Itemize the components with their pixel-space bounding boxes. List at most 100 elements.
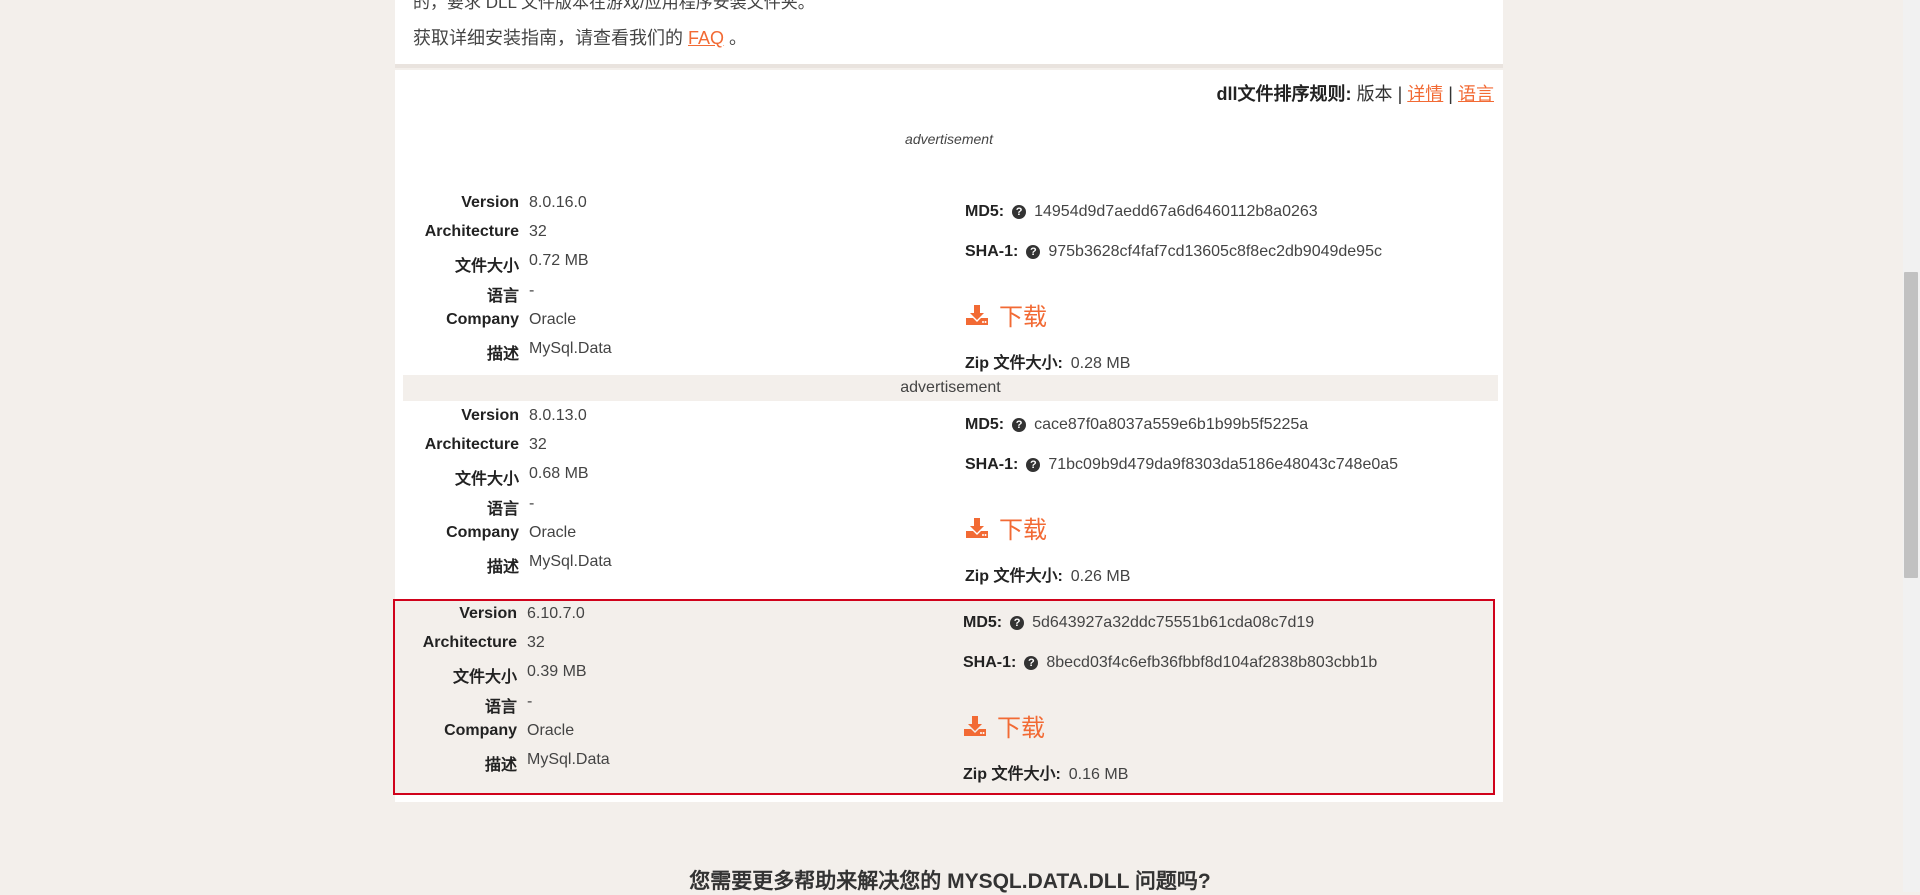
help-title: 您需要更多帮助来解决您的 MYSQL.DATA.DLL 问题吗? (689, 870, 1211, 893)
advertisement-label: advertisement (905, 131, 993, 147)
field-label-version: Version (461, 194, 519, 211)
field-label-version: Version (459, 605, 517, 622)
sort-rule: dll文件排序规则: 版本 | 详情 | 语言 (1217, 80, 1494, 106)
dll-versions-panel: dll文件排序规则: 版本 | 详情 | 语言 advertisement Ve… (393, 70, 1503, 802)
faq-line: 获取详细安装指南，请查看我们的 FAQ 。 (413, 24, 747, 50)
sort-rule-label: dll文件排序规则: (1216, 84, 1352, 104)
sha1-value: 71bc09b9d479da9f8303da5186e48043c748e0a5 (1048, 456, 1399, 473)
sha1-label: SHA-1: (965, 243, 1019, 260)
download-button[interactable]: 下载 (963, 708, 1045, 743)
download-button[interactable]: 下载 (965, 297, 1047, 332)
sort-by-detail-link[interactable]: 详情 (1407, 84, 1443, 104)
zip-size-label: Zip 文件大小: (963, 766, 1061, 783)
field-value-language: - (527, 692, 533, 710)
field-value-company: Oracle (527, 721, 575, 739)
field-value-version: 6.10.7.0 (527, 605, 585, 622)
field-label-language: 语言 (486, 500, 519, 518)
field-value-description: MySql.Data (529, 553, 612, 570)
zip-size-value: 0.26 MB (1070, 568, 1131, 585)
sha1-label: SHA-1: (963, 654, 1017, 671)
install-info-box: 的，要求 DLL 文件版本在游戏/应用程序安装文件夹。 获取详细安装指南，请查看… (395, 0, 1503, 68)
download-button[interactable]: 下载 (965, 510, 1047, 545)
sha1-row: SHA-1:? 71bc09b9d479da9f8303da5186e48043c… (965, 456, 1398, 474)
field-label-description: 描述 (484, 757, 517, 774)
install-info-text: 的，要求 DLL 文件版本在游戏/应用程序安装文件夹。 (413, 0, 815, 12)
field-label-language: 语言 (486, 287, 519, 305)
field-label-description: 描述 (486, 559, 519, 576)
field-label-architecture: Architecture (424, 223, 519, 241)
question-circle-icon[interactable]: ? (1024, 656, 1039, 670)
sha1-row: SHA-1:? 8becd03f4c6efb36fbbf8d104af2838b8… (963, 654, 1377, 672)
field-label-language: 语言 (484, 698, 517, 716)
field-value-language: - (529, 281, 535, 299)
md5-label: MD5: (965, 203, 1005, 220)
sha1-row: SHA-1:? 975b3628cf4faf7cd13605c8f8ec2db90… (965, 243, 1382, 261)
field-label-architecture: Architecture (422, 634, 517, 652)
faq-suffix: 。 (729, 28, 748, 48)
download-icon (966, 517, 988, 538)
page: 的，要求 DLL 文件版本在游戏/应用程序安装文件夹。 获取详细安装指南，请查看… (0, 0, 1920, 893)
field-value-description: MySql.Data (529, 340, 612, 357)
field-value-company: Oracle (529, 523, 577, 541)
question-circle-icon[interactable]: ? (1012, 418, 1027, 432)
field-value-size: 0.68 MB (529, 465, 589, 483)
field-value-description: MySql.Data (527, 751, 610, 768)
field-value-language: - (529, 494, 535, 512)
field-value-architecture: 32 (529, 223, 547, 241)
field-label-company: Company (446, 523, 519, 541)
question-circle-icon[interactable]: ? (1026, 458, 1041, 472)
md5-value: cace87f0a8037a559e6b1b99b5f5225a (1034, 416, 1309, 433)
md5-value: 14954d9d7aedd67a6d6460112b8a0263 (1034, 203, 1318, 220)
advertisement-bar: advertisement (403, 375, 1498, 401)
field-label-company: Company (444, 721, 517, 739)
field-label-version: Version (461, 407, 519, 424)
sha1-value: 975b3628cf4faf7cd13605c8f8ec2db9049de95c (1048, 243, 1382, 260)
field-label-size: 文件大小 (454, 258, 519, 276)
download-label: 下载 (997, 715, 1045, 742)
md5-label: MD5: (965, 416, 1005, 433)
md5-value: 5d643927a32ddc75551b61cda08c7d19 (1032, 614, 1315, 631)
sort-by-language-link[interactable]: 语言 (1458, 84, 1494, 104)
md5-row: MD5:? 5d643927a32ddc75551b61cda08c7d19 (963, 614, 1314, 632)
zip-size-row: Zip 文件大小: 0.28 MB (965, 349, 1130, 373)
zip-size-label: Zip 文件大小: (965, 568, 1063, 585)
zip-size-row: Zip 文件大小: 0.16 MB (963, 760, 1128, 784)
zip-size-label: Zip 文件大小: (965, 355, 1063, 372)
faq-prefix: 获取详细安装指南，请查看我们的 (413, 28, 683, 48)
zip-size-value: 0.28 MB (1070, 355, 1131, 372)
md5-label: MD5: (963, 614, 1003, 631)
field-value-size: 0.72 MB (529, 252, 589, 270)
field-value-version: 8.0.13.0 (529, 407, 587, 424)
field-value-company: Oracle (529, 310, 577, 328)
field-label-company: Company (446, 310, 519, 328)
download-icon (964, 715, 986, 736)
download-label: 下载 (999, 304, 1047, 331)
zip-size-value: 0.16 MB (1068, 766, 1129, 783)
field-label-size: 文件大小 (452, 669, 517, 687)
md5-row: MD5:? 14954d9d7aedd67a6d6460112b8a0263 (965, 203, 1318, 221)
sha1-label: SHA-1: (965, 456, 1019, 473)
dll-entry: Version 8.0.16.0 Architecture 32 文件大小 0.72 MB… (395, 190, 1503, 386)
question-circle-icon[interactable]: ? (1012, 205, 1027, 219)
faq-link[interactable]: FAQ (688, 28, 724, 48)
scrollbar-thumb[interactable] (1904, 272, 1918, 578)
field-value-architecture: 32 (529, 436, 547, 454)
download-label: 下载 (999, 517, 1047, 544)
zip-size-row: Zip 文件大小: 0.26 MB (965, 562, 1130, 586)
dll-entry: Version 6.10.7.0 Architecture 32 文件大小 0.39 MB… (393, 599, 1495, 795)
question-circle-icon[interactable]: ? (1026, 245, 1041, 259)
dll-entry: Version 8.0.13.0 Architecture 32 文件大小 0.68 MB… (395, 403, 1503, 599)
question-circle-icon[interactable]: ? (1010, 616, 1025, 630)
sha1-value: 8becd03f4c6efb36fbbf8d104af2838b803cbb1b (1046, 654, 1378, 671)
field-value-version: 8.0.16.0 (529, 194, 587, 211)
sort-by-version: 版本 (1356, 84, 1393, 104)
field-label-description: 描述 (486, 346, 519, 363)
separator: | (1448, 84, 1453, 104)
field-value-size: 0.39 MB (527, 663, 587, 681)
download-icon (966, 304, 988, 325)
field-label-size: 文件大小 (454, 471, 519, 489)
scrollbar[interactable] (1903, 0, 1920, 892)
field-label-architecture: Architecture (424, 436, 519, 454)
separator: | (1397, 84, 1403, 104)
md5-row: MD5:? cace87f0a8037a559e6b1b99b5f5225a (965, 416, 1308, 434)
